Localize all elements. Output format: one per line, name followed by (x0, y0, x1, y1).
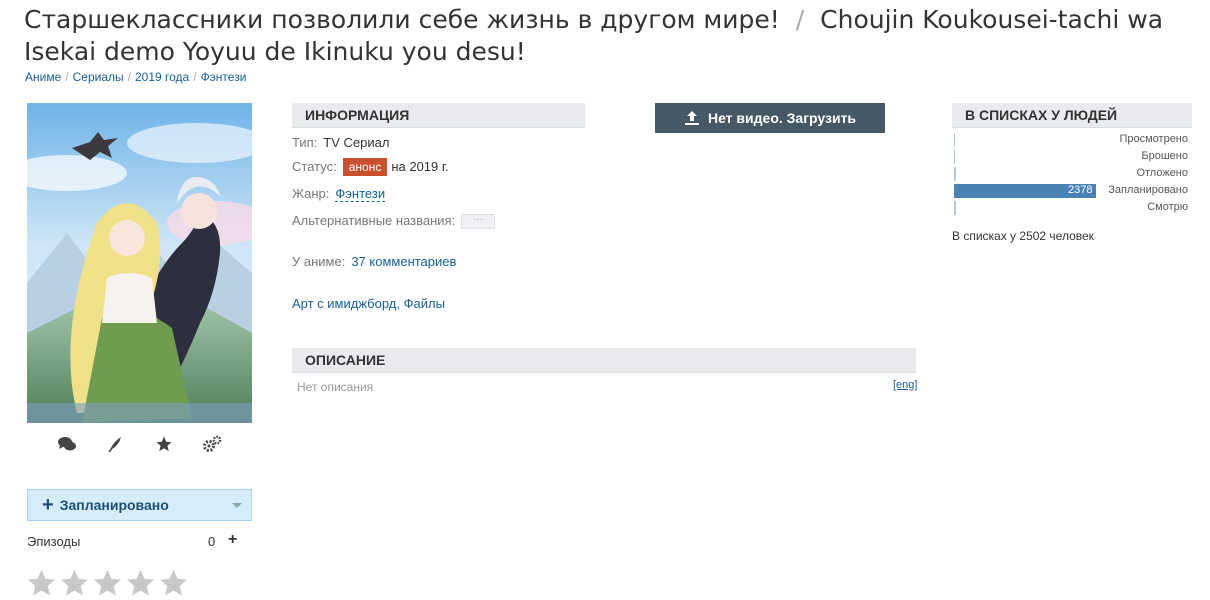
info-type-key: Тип: (292, 135, 318, 150)
poster-actions (27, 432, 252, 456)
list-stat-row: Брошено (954, 148, 1190, 165)
list-stat-bar (954, 201, 956, 215)
episodes-label: Эпизоды (27, 534, 81, 549)
breadcrumb-divider: / (193, 70, 197, 84)
list-stat-row: Просмотрено (954, 131, 1190, 148)
breadcrumb-divider: / (127, 70, 131, 84)
episodes-value[interactable]: 0 (208, 534, 215, 549)
list-status-label: Запланировано (59, 497, 169, 513)
rating-star-4[interactable] (125, 568, 156, 598)
list-stat-bar (954, 150, 955, 164)
info-alt-row: Альтернативные названия: ··· (292, 213, 496, 230)
list-stat-bar (954, 133, 955, 147)
list-status-button[interactable]: + Запланировано (27, 489, 252, 521)
comments-link[interactable]: 37 комментариев (351, 254, 456, 269)
breadcrumb-divider: / (65, 70, 69, 84)
list-stat-count: 2378 (1068, 184, 1093, 196)
list-stat-label: Брошено (1141, 150, 1188, 162)
info-status-row: Статус: анонс на 2019 г. (292, 158, 449, 176)
description-header: ОПИСАНИЕ (292, 348, 916, 373)
breadcrumb-year[interactable]: 2019 года (135, 70, 189, 84)
lists-total: В списках у 2502 человек (952, 229, 1094, 243)
info-genre-key: Жанр: (292, 186, 330, 201)
lists-stats: Просмотрено Брошено Отложено 2378 Запланиров… (954, 131, 1190, 216)
info-comments-key: У аниме: (292, 254, 346, 269)
title-separator: / (795, 5, 805, 34)
info-header: ИНФОРМАЦИЯ (292, 103, 585, 128)
breadcrumb-genre[interactable]: Фэнтези (201, 70, 247, 84)
info-comments-row: У аниме: 37 комментариев (292, 254, 456, 269)
episodes-counter: Эпизоды 0 + (27, 531, 252, 549)
list-stat-row: Смотрю (954, 199, 1190, 216)
links-separator: , (396, 296, 400, 311)
poster-illustration (27, 103, 252, 423)
art-link[interactable]: Арт с имиджборд (292, 296, 396, 311)
upload-video-label: Нет видео. Загрузить (707, 110, 857, 126)
lists-header: В СПИСКАХ У ЛЮДЕЙ (952, 103, 1192, 128)
info-alt-key: Альтернативные названия: (292, 213, 456, 228)
description-lang-link[interactable]: [eng] (893, 379, 917, 391)
rating-star-3[interactable] (92, 568, 123, 598)
list-stat-label: Запланировано (1108, 184, 1188, 196)
breadcrumb-anime[interactable]: Аниме (25, 70, 61, 84)
list-stat-label: Смотрю (1147, 201, 1188, 213)
plus-icon: + (42, 494, 54, 516)
page-title: Старшеклассники позволили себе жизнь в д… (24, 4, 1194, 68)
chevron-down-icon[interactable] (232, 503, 242, 508)
files-link[interactable]: Файлы (404, 296, 445, 311)
rating-stars (26, 568, 189, 598)
upload-icon (684, 111, 699, 125)
list-stat-row: Отложено (954, 165, 1190, 182)
info-status-value: на 2019 г. (391, 159, 449, 174)
info-status-key: Статус: (292, 159, 337, 174)
feather-icon[interactable] (103, 432, 127, 456)
status-badge: анонс (342, 158, 388, 176)
breadcrumb-series[interactable]: Сериалы (73, 70, 124, 84)
info-type-row: Тип: TV Сериал (292, 135, 389, 150)
rating-star-5[interactable] (158, 568, 189, 598)
alt-names-toggle[interactable]: ··· (461, 214, 496, 230)
list-stat-row: 2378 Запланировано (954, 182, 1190, 199)
list-stat-label: Просмотрено (1119, 133, 1188, 145)
breadcrumb: Аниме / Сериалы/2019 года / Фэнтези (25, 70, 246, 84)
title-russian: Старшеклассники позволили себе жизнь в д… (24, 5, 780, 34)
comments-icon[interactable] (55, 432, 79, 456)
description-text: Нет описания (297, 380, 374, 394)
upload-video-button[interactable]: Нет видео. Загрузить (655, 103, 885, 133)
gears-icon[interactable] (200, 432, 224, 456)
episode-increment-button[interactable]: + (228, 531, 237, 549)
list-stat-label: Отложено (1136, 167, 1188, 179)
info-type-value: TV Сериал (323, 135, 390, 150)
genre-link[interactable]: Фэнтези (335, 186, 386, 202)
list-stat-bar (954, 167, 956, 181)
anime-poster[interactable] (27, 103, 252, 423)
info-genre-row: Жанр: Фэнтези (292, 186, 386, 202)
rating-star-2[interactable] (59, 568, 90, 598)
rating-star-1[interactable] (26, 568, 57, 598)
star-icon[interactable] (152, 432, 176, 456)
info-links-row: Арт с имиджборд, Файлы (292, 296, 445, 311)
